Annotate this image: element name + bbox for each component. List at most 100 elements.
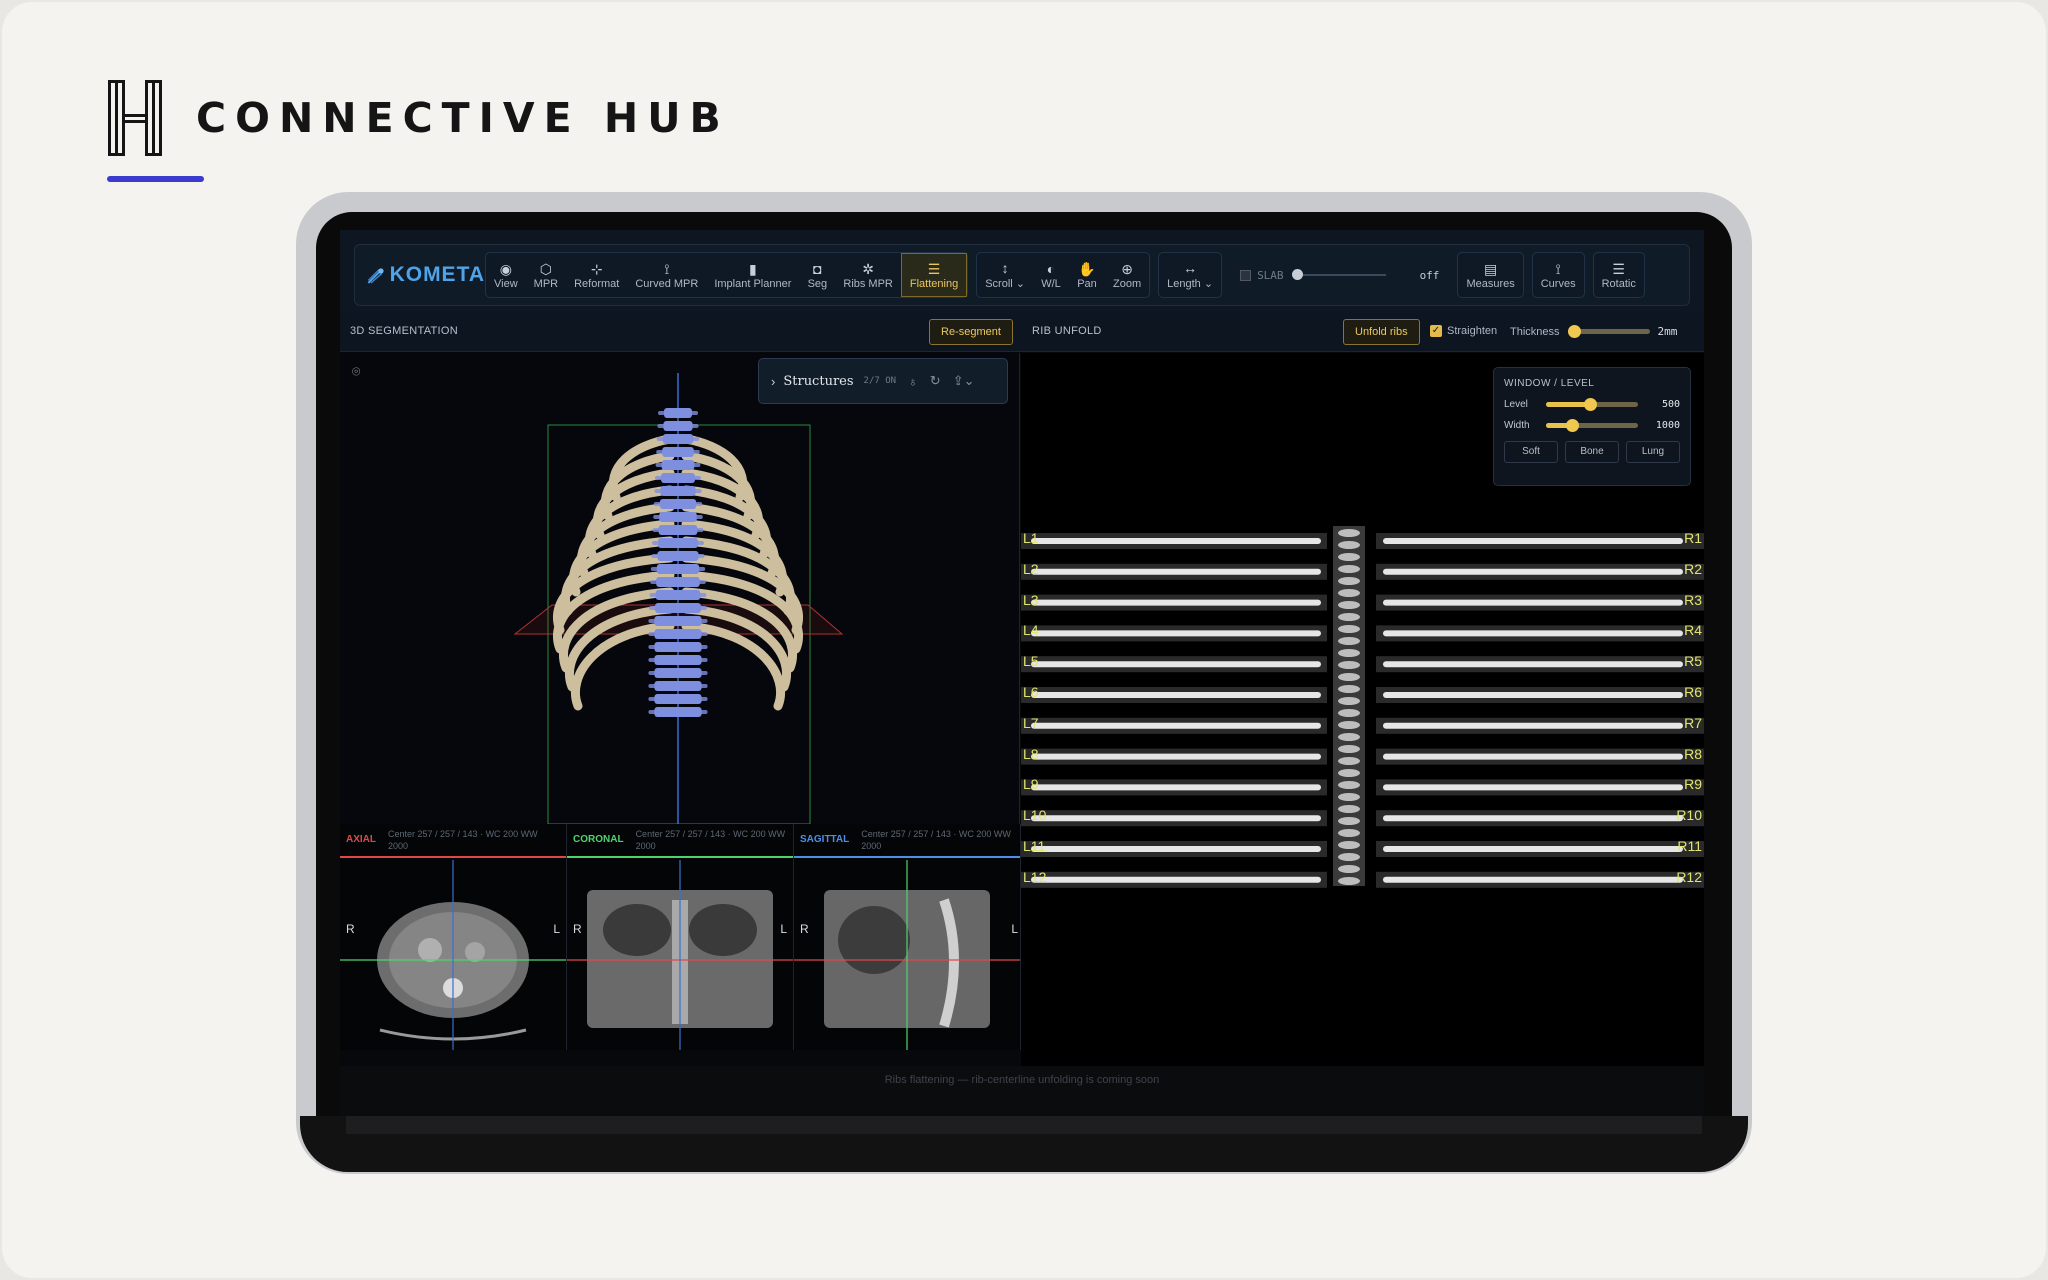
tool-reformat[interactable]: ⊹ Reformat xyxy=(566,253,627,297)
unfold-vertebra xyxy=(1338,781,1360,789)
preset-buttons: Soft Bone Lung xyxy=(1504,441,1680,463)
tool-rotation[interactable]: ☰ Rotatic xyxy=(1594,253,1644,297)
zoom-icon: ⊕ xyxy=(1121,260,1133,277)
segmentation-3d-view[interactable]: ⌾ › Structures 2/7 ON ♁ ↻ ⇪⌄ xyxy=(340,353,1020,824)
rib-strip-right-core xyxy=(1383,815,1683,822)
kometa-logo[interactable]: KOMETA xyxy=(367,252,485,298)
mode-group: ◉ View ⬡ MPR ⊹ Reformat ⟟ Curved MPR ▮ Implan… xyxy=(485,252,969,298)
thickness-slider[interactable] xyxy=(1567,325,1650,338)
width-slider-knob[interactable] xyxy=(1565,419,1579,432)
rib-label-right: R8 xyxy=(1684,745,1702,762)
rib-label-left: L9 xyxy=(1023,776,1039,793)
unfold-ribs-button[interactable]: Unfold ribs xyxy=(1343,319,1420,345)
tool-curves[interactable]: ⟟ Curves xyxy=(1533,253,1584,297)
rib-strip-right-core xyxy=(1383,661,1683,668)
slab-control: SLAB off xyxy=(1230,252,1449,298)
length-group: ↔ Length ⌄ xyxy=(1158,252,1223,298)
level-slider[interactable] xyxy=(1546,398,1638,411)
axial-view[interactable]: AXIAL Center 257 / 257 / 143 · WC 200 WW… xyxy=(340,824,567,1050)
vertebra-process xyxy=(653,515,703,519)
tool-scroll[interactable]: ↕ Scroll ⌄ xyxy=(977,253,1033,297)
rib-strip-left-core xyxy=(1031,692,1321,698)
resegment-button[interactable]: Re-segment xyxy=(929,319,1013,345)
level-slider-knob[interactable] xyxy=(1584,398,1598,411)
vertebra-process xyxy=(648,671,708,675)
vertebra-process xyxy=(655,463,701,467)
tool-label: Implant Planner xyxy=(714,277,792,290)
eye-icon: ◉ xyxy=(499,260,512,277)
rib-label-right: R10 xyxy=(1676,807,1702,824)
rib-label-left: L3 xyxy=(1023,591,1039,608)
slab-label: SLAB xyxy=(1257,268,1284,282)
tool-label: W/L xyxy=(1041,277,1061,290)
tool-pan[interactable]: ✋ Pan xyxy=(1069,253,1105,297)
coronal-header: CORONAL Center 257 / 257 / 143 · WC 200 … xyxy=(567,824,793,858)
vertebra-process xyxy=(649,593,707,597)
vertebra-process xyxy=(658,411,698,415)
axial-header: AXIAL Center 257 / 257 / 143 · WC 200 WW… xyxy=(340,824,566,858)
unfold-title: RIB UNFOLD xyxy=(1032,325,1102,337)
vertebra-process xyxy=(650,567,706,571)
preset-lung-button[interactable]: Lung xyxy=(1626,441,1680,463)
vertebra-process xyxy=(654,489,702,493)
slab-checkbox[interactable] xyxy=(1240,269,1252,281)
rib-unfold-view[interactable]: L1 R1 L2 R2 L3 R3 L4 R4 L5 R5 L6 R6 L7 R7 L8 R8 L9 R9 L10 R… xyxy=(1021,353,1704,1066)
vertebra-process xyxy=(652,528,704,532)
coronal-view[interactable]: CORONAL Center 257 / 257 / 143 · WC 200 … xyxy=(567,824,794,1050)
unfold-vertebra xyxy=(1338,673,1360,681)
sagittal-label: SAGITTAL xyxy=(800,834,850,845)
rib-strip-right-core xyxy=(1383,722,1683,729)
tool-measures[interactable]: ▤ Measures xyxy=(1458,253,1522,297)
tool-seg[interactable]: ◘ Seg xyxy=(799,253,835,297)
main-toolbar: KOMETA ◉ View ⬡ MPR ⊹ Reformat ⟟ Curved MPR … xyxy=(354,244,1690,306)
app-screen: KOMETA ◉ View ⬡ MPR ⊹ Reformat ⟟ Curved MPR … xyxy=(340,230,1704,1066)
tool-zoom[interactable]: ⊕ Zoom xyxy=(1105,253,1149,297)
brand-underline xyxy=(107,176,204,182)
rib-strip-left-core xyxy=(1031,661,1321,668)
preset-bone-button[interactable]: Bone xyxy=(1565,441,1619,463)
tool-label: Curves xyxy=(1540,277,1576,290)
vertebra-process xyxy=(652,541,704,545)
tool-label: Seg xyxy=(807,277,828,290)
tool-implant-planner[interactable]: ▮ Implant Planner xyxy=(706,253,799,297)
window-level-title: WINDOW / LEVEL xyxy=(1504,378,1595,389)
measure-group: ▤ Measures xyxy=(1457,252,1524,298)
coronal-orient-left: R xyxy=(573,922,582,936)
tool-ribs-mpr[interactable]: ✲ Ribs MPR xyxy=(835,253,901,297)
unfold-vertebra xyxy=(1338,565,1360,573)
slab-slider-knob[interactable] xyxy=(1291,269,1303,280)
rib-label-left: L6 xyxy=(1023,684,1039,700)
tool-curved-mpr[interactable]: ⟟ Curved MPR xyxy=(627,253,706,297)
tool-view[interactable]: ◉ View xyxy=(486,253,526,297)
ribs-icon: ✲ xyxy=(862,260,874,277)
hub-logo-icon xyxy=(108,80,162,156)
skeleton-render xyxy=(513,373,844,824)
rotation-group: ☰ Rotatic xyxy=(1592,252,1645,298)
width-slider[interactable] xyxy=(1546,419,1638,432)
unfold-vertebra xyxy=(1338,817,1360,825)
axial-orient-left: R xyxy=(346,922,355,936)
straighten-toggle[interactable]: ✓ Straighten xyxy=(1430,325,1497,337)
tool-mpr[interactable]: ⬡ MPR xyxy=(526,253,566,297)
unfold-vertebra xyxy=(1338,529,1360,537)
rib-label-left: L4 xyxy=(1023,622,1039,639)
rib-label-left: L1 xyxy=(1023,530,1039,546)
tool-window-level[interactable]: ◐ W/L xyxy=(1033,253,1069,297)
preset-soft-button[interactable]: Soft xyxy=(1504,441,1558,463)
slab-slider[interactable] xyxy=(1291,269,1386,280)
thickness-value: 2mm xyxy=(1657,325,1678,338)
axial-info: Center 257 / 257 / 143 · WC 200 WW 2000 xyxy=(388,829,538,851)
thickness-slider-knob[interactable] xyxy=(1567,325,1581,338)
sagittal-view[interactable]: SAGITTAL Center 257 / 257 / 143 · WC 200… xyxy=(794,824,1021,1050)
rib-label-left: L12 xyxy=(1023,868,1047,885)
thickness-control: Thickness 2mm xyxy=(1510,325,1677,338)
tool-length[interactable]: ↔ Length ⌄ xyxy=(1159,253,1221,297)
rib-strip-left-core xyxy=(1031,784,1321,791)
panel-header-bar: 3D SEGMENTATION Re-segment RIB UNFOLD Un… xyxy=(340,312,1704,352)
rib-strip-right-core xyxy=(1383,630,1683,637)
unfold-vertebra xyxy=(1338,877,1360,885)
curve-icon: ⟟ xyxy=(664,260,670,277)
tool-flattening[interactable]: ☰ Flattening xyxy=(900,253,968,297)
sagittal-orient-left: R xyxy=(800,922,809,936)
unfold-vertebra xyxy=(1338,589,1360,597)
